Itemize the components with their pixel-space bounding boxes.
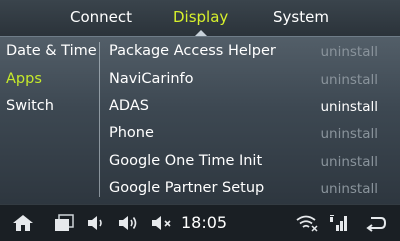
sidebar-item-date-time[interactable]: Date & Time bbox=[6, 43, 97, 59]
sidebar-item-apps[interactable]: Apps bbox=[6, 71, 42, 87]
tab-system[interactable]: System bbox=[273, 8, 329, 26]
app-name: Package Access Helper bbox=[109, 43, 276, 59]
app-name: NaviCarinfo bbox=[109, 71, 194, 87]
clock: 18:05 bbox=[181, 213, 228, 232]
app-row: Google One Time Init uninstall bbox=[100, 151, 400, 178]
app-name: Phone bbox=[109, 125, 154, 141]
home-icon[interactable] bbox=[12, 214, 34, 232]
app-row: Package Access Helper uninstall bbox=[100, 41, 400, 68]
back-icon[interactable] bbox=[365, 214, 387, 232]
wifi-off-icon bbox=[295, 214, 319, 232]
uninstall-button[interactable]: uninstall bbox=[320, 99, 378, 115]
app-row: NaviCarinfo uninstall bbox=[100, 69, 400, 96]
uninstall-button[interactable]: uninstall bbox=[320, 154, 378, 170]
top-tab-bar: Connect Display System bbox=[0, 0, 400, 37]
mute-icon[interactable] bbox=[150, 214, 174, 232]
app-row: ADAS uninstall bbox=[100, 96, 400, 123]
app-row: Phone uninstall bbox=[100, 123, 400, 150]
uninstall-button[interactable]: uninstall bbox=[320, 72, 378, 88]
uninstall-button[interactable]: uninstall bbox=[320, 44, 378, 60]
app-list: Package Access Helper uninstall NaviCari… bbox=[100, 36, 400, 204]
app-name: Google One Time Init bbox=[109, 153, 263, 169]
signal-icon bbox=[329, 214, 349, 232]
recent-apps-icon[interactable] bbox=[53, 214, 75, 232]
volume-down-icon[interactable] bbox=[86, 214, 106, 232]
volume-up-icon[interactable] bbox=[117, 214, 139, 232]
uninstall-button[interactable]: uninstall bbox=[320, 126, 378, 142]
tab-display[interactable]: Display bbox=[173, 8, 228, 26]
tab-connect[interactable]: Connect bbox=[70, 8, 132, 26]
app-row: Google Partner Setup uninstall bbox=[100, 178, 400, 205]
app-name: ADAS bbox=[109, 98, 149, 114]
system-nav-bar: 18:05 bbox=[0, 204, 400, 241]
app-name: Google Partner Setup bbox=[109, 180, 265, 196]
sidebar-item-switch[interactable]: Switch bbox=[6, 98, 54, 114]
settings-sidebar: Date & Time Apps Switch bbox=[0, 36, 100, 204]
uninstall-button[interactable]: uninstall bbox=[320, 181, 378, 197]
